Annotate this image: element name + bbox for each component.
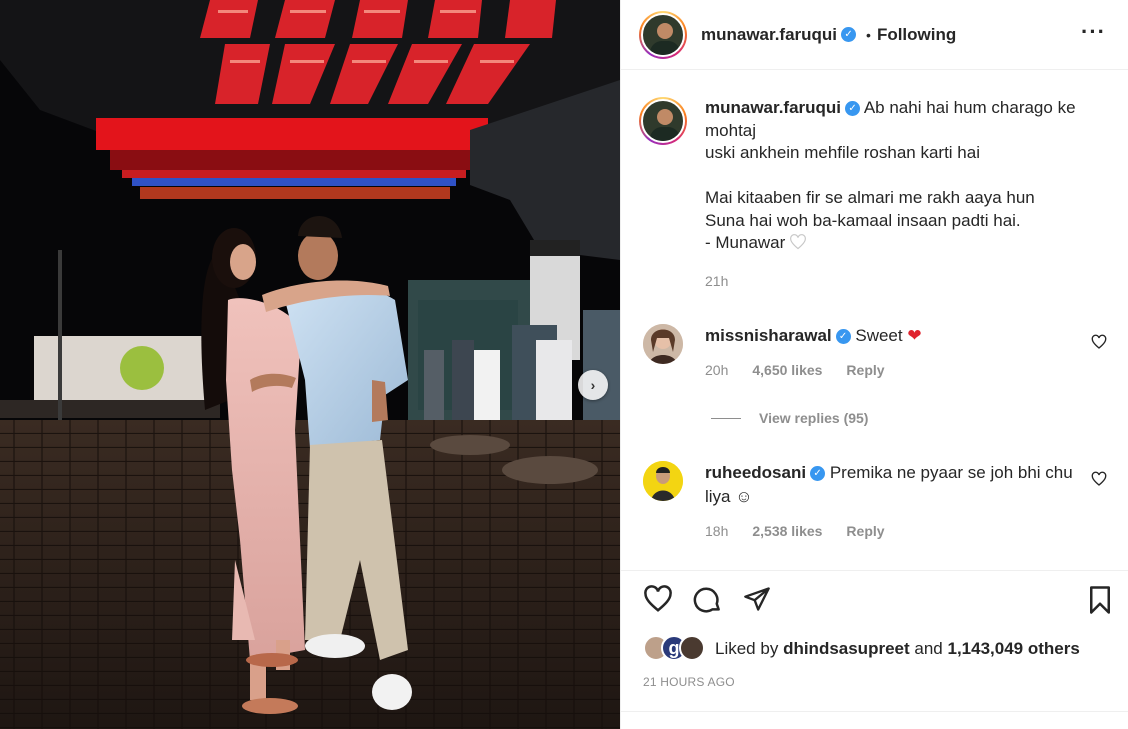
liked-by-avatars[interactable]: g [643,635,707,663]
comment-meta: 20h 4,650 likes Reply [705,362,1115,378]
post-caption: munawar.faruqui ✓ Ab nahi hai hum charago… [639,97,1109,289]
comment-likes[interactable]: 4,650 likes [752,362,822,378]
caption-username[interactable]: munawar.faruqui [705,98,841,117]
caption-body: munawar.faruqui ✓ Ab nahi hai hum charago… [705,97,1109,255]
commenter-avatar[interactable] [643,324,683,364]
heart-outline-icon [790,234,807,250]
photo-illustration [0,0,620,729]
comment-body: missnisharawal ✓ Sweet ❤ [705,324,1075,348]
comment-username[interactable]: ruheedosani [705,463,806,482]
share-send-icon[interactable] [743,585,771,613]
chevron-right-icon: › [590,377,596,393]
commenter-avatar[interactable] [643,461,683,501]
comment-reply-button[interactable]: Reply [846,362,884,378]
following-button[interactable]: Following [877,25,956,45]
divider [621,711,1128,712]
comment-item: missnisharawal ✓ Sweet ❤ 20h 4,650 likes … [639,324,1115,378]
red-heart-emoji-icon: ❤ [907,326,922,345]
comment-item: ruheedosani ✓ Premika ne pyaar se joh bhi… [639,461,1115,539]
carousel-next-button[interactable]: › [578,370,608,400]
view-replies-button[interactable]: View replies (95) [711,410,868,426]
liked-by-and: and [914,639,943,658]
instagram-post-view: › munawar.faruqui ✓ • Following ··· muna… [0,0,1128,729]
comments-section: munawar.faruqui ✓ Ab nahi hai hum charago… [621,71,1128,571]
likes-count[interactable]: 1,143,049 others [948,639,1080,659]
comment-username[interactable]: missnisharawal [705,326,832,345]
verified-badge-icon: ✓ [810,466,826,482]
separator-dot: • [866,26,871,43]
verified-badge-icon: ✓ [841,27,857,42]
post-photo[interactable]: › [0,0,620,729]
action-bar [639,585,1111,617]
post-timestamp[interactable]: 21 HOURS AGO [643,675,735,689]
like-heart-icon[interactable] [643,585,673,613]
comment-like-heart-icon[interactable] [1091,334,1107,350]
replies-divider-line [711,417,741,419]
comment-bubble-icon[interactable] [693,585,723,615]
save-bookmark-icon[interactable] [1087,585,1113,615]
comment-like-heart-icon[interactable] [1091,471,1107,487]
comment-likes[interactable]: 2,538 likes [752,523,822,539]
liker-avatar [679,635,705,661]
author-avatar[interactable] [639,10,687,59]
post-actions-section: g Liked by dhindsasupreet and 1,143,049 … [621,570,1128,729]
comment-reply-button[interactable]: Reply [846,523,884,539]
verified-badge-icon: ✓ [835,329,851,345]
comment-text: Sweet [855,326,903,345]
author-username[interactable]: munawar.faruqui [701,25,837,45]
verified-badge-icon: ✓ [845,101,861,117]
comment-time[interactable]: 20h [705,362,728,378]
liked-by-user[interactable]: dhindsasupreet [783,639,910,659]
comment-meta: 18h 2,538 likes Reply [705,523,1115,539]
post-side-panel: munawar.faruqui ✓ • Following ··· munawa… [620,0,1128,729]
post-header: munawar.faruqui ✓ • Following ··· [621,0,1128,70]
liked-by-prefix: Liked by [715,639,779,658]
comment-time[interactable]: 18h [705,523,728,539]
caption-text: Ab nahi hai hum charago ke mohtaj uski a… [705,98,1076,252]
more-options-icon[interactable]: ··· [1081,21,1106,43]
comment-body: ruheedosani ✓ Premika ne pyaar se joh bhi… [705,461,1075,509]
caption-avatar[interactable] [639,97,687,145]
view-replies-label: View replies (95) [759,410,869,426]
caption-timestamp[interactable]: 21h [705,273,1109,289]
liked-by: g Liked by dhindsasupreet and 1,143,049 … [643,635,1080,663]
